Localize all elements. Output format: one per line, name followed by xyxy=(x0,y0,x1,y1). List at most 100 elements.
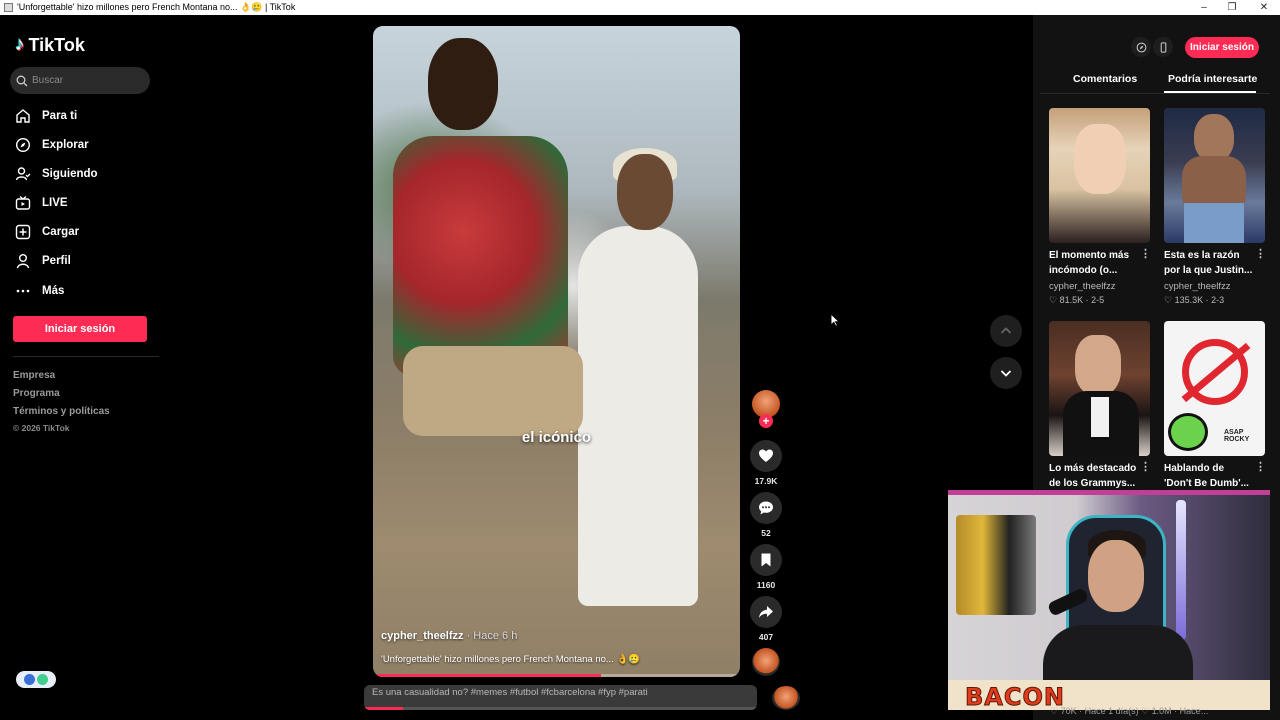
footer-link-programa[interactable]: Programa xyxy=(13,388,60,399)
compass-icon xyxy=(1136,42,1146,52)
tiktok-logo[interactable]: ♪ TikTok xyxy=(15,34,85,56)
close-icon[interactable]: ✕ xyxy=(1248,0,1280,15)
card-title[interactable]: El momento más incómodo (o... xyxy=(1049,248,1139,278)
video-thumbnail[interactable]: ASAP ROCKY xyxy=(1164,321,1265,456)
video-figure xyxy=(578,226,698,606)
card-stats: ♡ 135.3K · 2-3 xyxy=(1164,295,1225,305)
footer-link-empresa[interactable]: Empresa xyxy=(13,370,55,381)
next-video-peek[interactable]: Es una casualidad no? #memes #futbol #fc… xyxy=(364,685,757,710)
card-parts: 2-5 xyxy=(1091,295,1105,305)
video-thumbnail[interactable] xyxy=(1049,108,1150,243)
previous-video-button[interactable] xyxy=(990,315,1022,347)
window-titlebar: 'Unforgettable' hizo millones pero Frenc… xyxy=(0,0,1280,15)
active-tab-indicator xyxy=(1164,91,1256,93)
comment-count: 52 xyxy=(761,528,771,538)
live-icon xyxy=(15,195,31,211)
next-video-button[interactable] xyxy=(990,357,1022,389)
sidebar-item-label: Más xyxy=(42,285,65,297)
sidebar-item-mas[interactable]: Más xyxy=(15,283,64,299)
tab-podria-interesarte[interactable]: Podría interesarte xyxy=(1168,73,1257,85)
heart-icon xyxy=(759,449,773,462)
thumbnail-face xyxy=(1194,114,1234,162)
maximize-icon[interactable]: ❐ xyxy=(1216,0,1248,15)
sidebar-item-label: LIVE xyxy=(42,197,68,209)
card-author[interactable]: cypher_theelfzz xyxy=(1049,281,1116,292)
window-title: 'Unforgettable' hizo millones pero Frenc… xyxy=(17,2,296,12)
compass-icon xyxy=(15,137,31,153)
sidebar-item-siguiendo[interactable]: Siguiendo xyxy=(15,166,98,182)
video-caption-overlay: el icónico xyxy=(521,429,592,446)
upload-icon xyxy=(15,224,31,240)
comment-button[interactable] xyxy=(750,492,782,524)
heart-outline-icon: ♡ xyxy=(1164,295,1173,305)
card-more-icon[interactable]: ⋮ xyxy=(1255,460,1266,473)
sidebar-item-label: Para ti xyxy=(42,110,78,122)
sidebar: ♪ TikTok Para ti Explorar Siguiendo LIVE… xyxy=(0,15,160,720)
device-button[interactable] xyxy=(1153,37,1173,57)
sidebar-item-perfil[interactable]: Perfil xyxy=(15,253,71,269)
like-button[interactable] xyxy=(750,440,782,472)
video-figure xyxy=(403,346,583,436)
comment-icon xyxy=(759,501,773,515)
video-figure xyxy=(617,154,673,230)
card-title[interactable]: Esta es la razón por la que Justin... xyxy=(1164,248,1254,278)
card-title[interactable]: Hablando de 'Don't Be Dumb'... xyxy=(1164,461,1254,491)
card-more-icon[interactable]: ⋮ xyxy=(1140,247,1151,260)
video-time: · Hace 6 h xyxy=(463,630,518,642)
chevron-down-icon xyxy=(1000,370,1012,377)
extension-pill[interactable] xyxy=(16,671,56,688)
following-icon xyxy=(15,166,31,182)
card-more-icon[interactable]: ⋮ xyxy=(1255,247,1266,260)
card-more-icon[interactable]: ⋮ xyxy=(1140,460,1151,473)
share-count: 407 xyxy=(758,632,774,642)
sidebar-item-para-ti[interactable]: Para ti xyxy=(15,108,77,124)
sidebar-item-label: Cargar xyxy=(42,226,80,238)
next-video-description: Es una casualidad no? #memes #futbol #fc… xyxy=(372,687,648,698)
next-video-progress-bar xyxy=(364,707,757,710)
extension-play-icon xyxy=(24,674,35,685)
card-author[interactable]: cypher_theelfzz xyxy=(1164,281,1231,292)
video-progress-bar[interactable] xyxy=(373,674,740,677)
share-icon xyxy=(759,606,773,618)
video-figure xyxy=(428,38,498,130)
music-disc-icon[interactable] xyxy=(752,648,780,676)
logo-text: TikTok xyxy=(28,34,85,55)
save-button[interactable] xyxy=(750,544,782,576)
app-icon xyxy=(4,3,13,12)
thumbnail-cartoon xyxy=(1168,413,1208,451)
thumbnail-logo-text: ASAP ROCKY xyxy=(1224,429,1250,443)
video-author-name[interactable]: cypher_theelfzz xyxy=(381,630,464,642)
search-box[interactable] xyxy=(10,67,150,94)
webcam-clothes-rack xyxy=(956,515,1036,615)
card-parts: 2-3 xyxy=(1211,295,1225,305)
thumbnail-face xyxy=(1075,335,1121,395)
sidebar-item-explorar[interactable]: Explorar xyxy=(15,137,89,153)
card-stats: ♡ 81.5K · 2-5 xyxy=(1049,295,1105,305)
hidden-card-stats: ♡ 70K · Hace 1 día(s) ♡ 1.0M · Hace... xyxy=(1050,706,1209,716)
sidebar-item-label: Explorar xyxy=(42,139,89,151)
explore-shortcut-button[interactable] xyxy=(1131,37,1151,57)
follow-plus-icon[interactable]: + xyxy=(759,414,773,428)
sidebar-item-live[interactable]: LIVE xyxy=(15,195,68,211)
tab-comentarios[interactable]: Comentarios xyxy=(1073,73,1137,85)
like-count: 17.9K xyxy=(754,476,778,486)
login-button[interactable]: Iniciar sesión xyxy=(13,316,147,342)
card-title[interactable]: Lo más destacado de los Grammys... xyxy=(1049,461,1139,491)
video-player[interactable]: el icónico cypher_theelfzz · Hace 6 h 'U… xyxy=(373,26,740,677)
share-button[interactable] xyxy=(750,596,782,628)
search-input[interactable] xyxy=(32,75,142,86)
thumbnail-shirt xyxy=(1091,397,1109,437)
bookmark-icon xyxy=(761,553,771,567)
video-author[interactable]: cypher_theelfzz · Hace 6 h xyxy=(381,630,517,642)
next-music-disc-icon[interactable] xyxy=(772,686,800,710)
video-description[interactable]: 'Unforgettable' hizo millones pero Frenc… xyxy=(381,654,640,665)
video-thumbnail[interactable] xyxy=(1049,321,1150,456)
copyright: © 2026 TikTok xyxy=(13,423,70,433)
panel-login-button[interactable]: Iniciar sesión xyxy=(1185,37,1259,58)
video-progress-fill xyxy=(373,674,601,677)
video-thumbnail[interactable] xyxy=(1164,108,1265,243)
next-video-progress-fill xyxy=(364,707,404,710)
sidebar-item-label: Siguiendo xyxy=(42,168,98,180)
sidebar-item-cargar[interactable]: Cargar xyxy=(15,224,79,240)
footer-link-terminos[interactable]: Términos y políticas xyxy=(13,406,110,417)
